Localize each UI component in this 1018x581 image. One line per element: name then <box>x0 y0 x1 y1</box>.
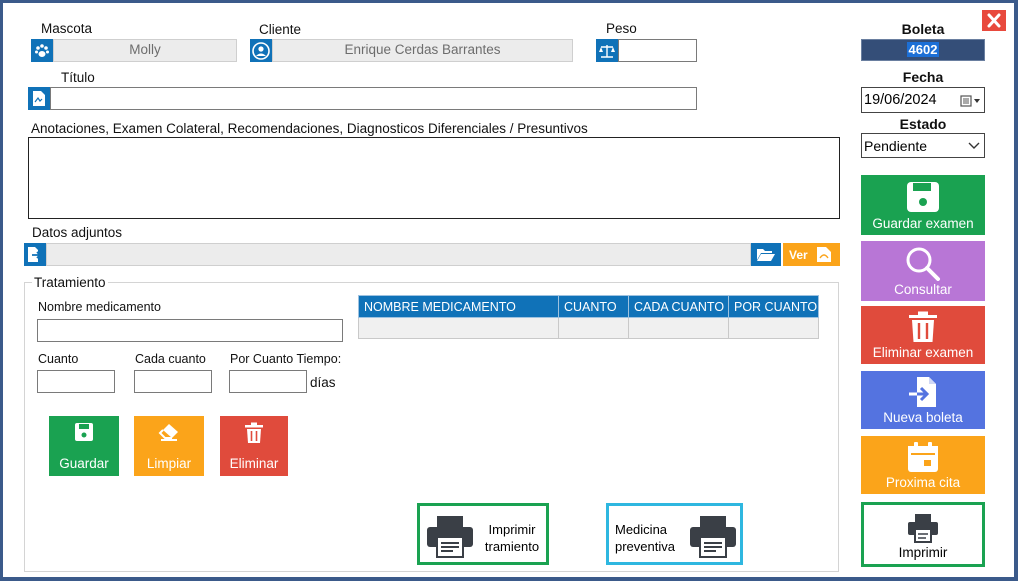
boleta-value: 4602 <box>906 42 940 57</box>
nombre-medicamento-input[interactable] <box>37 319 343 342</box>
proxima-cita-label: Proxima cita <box>885 475 961 490</box>
imprimir-tratamiento-button[interactable]: Imprimir tramiento <box>417 503 549 565</box>
estado-label: Estado <box>899 116 947 132</box>
estado-value: Pendiente <box>864 138 928 154</box>
col-cada-cuanto[interactable]: CADA CUANTO <box>628 295 729 318</box>
attach-icon <box>24 243 46 266</box>
cada-cuanto-label: Cada cuanto <box>135 352 206 366</box>
grid-header-row: NOMBRE MEDICAMENTO CUANTO CADA CUANTO PO… <box>358 295 819 318</box>
scale-icon <box>596 39 618 62</box>
attachments-label: Datos adjuntos <box>32 225 123 240</box>
save-icon <box>75 423 93 441</box>
exam-window: Mascota Molly Cliente Enrique Cerdas Bar… <box>3 3 1014 577</box>
titulo-label: Título <box>61 70 95 85</box>
eliminar-examen-button[interactable]: Eliminar examen <box>861 306 985 364</box>
new-document-icon <box>909 377 936 407</box>
calendar-dropdown-icon[interactable] <box>960 95 982 107</box>
close-icon <box>987 13 1001 28</box>
cliente-label: Cliente <box>259 22 302 37</box>
eliminar-label: Eliminar <box>229 456 279 471</box>
folder-open-icon <box>757 249 775 261</box>
proxima-cita-button[interactable]: Proxima cita <box>861 436 985 494</box>
grid-cell[interactable] <box>558 317 629 339</box>
estado-select[interactable]: Pendiente <box>861 133 985 158</box>
attachments-field <box>46 243 751 266</box>
medicina-preventiva-label: Medicina preventiva <box>615 522 675 554</box>
trash-icon <box>909 311 937 342</box>
cuanto-input[interactable] <box>37 370 115 393</box>
calendar-icon <box>908 442 938 472</box>
guardar-examen-button[interactable]: Guardar examen <box>861 175 985 235</box>
mascota-field: Molly <box>53 39 237 62</box>
imprimir-tratamiento-label: Imprimir tramiento <box>484 522 540 554</box>
grid-cell[interactable] <box>358 317 559 339</box>
treatment-group-label: Tratamiento <box>32 275 108 290</box>
guardar-label: Guardar <box>59 456 109 471</box>
eliminar-examen-label: Eliminar examen <box>872 345 974 360</box>
open-folder-button[interactable] <box>751 243 781 266</box>
nueva-boleta-label: Nueva boleta <box>883 410 963 425</box>
search-icon <box>906 247 940 281</box>
col-por-cuanto[interactable]: POR CUANTO <box>728 295 819 318</box>
col-cuanto[interactable]: CUANTO <box>558 295 629 318</box>
peso-label: Peso <box>606 21 637 36</box>
treatment-grid[interactable]: NOMBRE MEDICAMENTO CUANTO CADA CUANTO PO… <box>358 295 819 339</box>
printer-icon <box>908 514 938 543</box>
grid-cell[interactable] <box>728 317 819 339</box>
medicina-preventiva-button[interactable]: Medicina preventiva <box>606 503 743 565</box>
por-cuanto-label: Por Cuanto Tiempo: <box>230 352 342 366</box>
fecha-datepicker[interactable]: 19/06/2024 <box>861 87 985 113</box>
guardar-examen-label: Guardar examen <box>872 216 974 231</box>
ver-label: Ver <box>789 248 808 262</box>
save-icon <box>907 182 939 212</box>
trash-icon <box>245 422 263 443</box>
col-nombre-medicamento[interactable]: NOMBRE MEDICAMENTO <box>358 295 559 318</box>
por-cuanto-input[interactable] <box>229 370 307 393</box>
notes-label: Anotaciones, Examen Colateral, Recomenda… <box>31 121 588 136</box>
boleta-label: Boleta <box>901 21 945 37</box>
document-icon <box>28 87 50 110</box>
imprimir-button[interactable]: Imprimir <box>861 502 985 567</box>
limpiar-label: Limpiar <box>146 456 192 471</box>
pdf-icon <box>817 247 831 262</box>
paw-icon <box>31 39 53 62</box>
ver-button[interactable]: Ver <box>783 243 840 266</box>
consultar-button[interactable]: Consultar <box>861 241 985 301</box>
consultar-label: Consultar <box>894 282 952 297</box>
cliente-field: Enrique Cerdas Barrantes <box>272 39 573 62</box>
boleta-field[interactable]: 4602 <box>861 39 985 61</box>
dias-label: días <box>310 375 336 390</box>
printer-icon <box>690 516 736 558</box>
notes-textarea[interactable] <box>28 137 840 219</box>
cada-cuanto-input[interactable] <box>134 370 212 393</box>
chevron-down-icon <box>968 142 980 149</box>
limpiar-button[interactable]: Limpiar <box>134 416 204 476</box>
nueva-boleta-button[interactable]: Nueva boleta <box>861 371 985 429</box>
peso-input[interactable] <box>618 39 697 62</box>
guardar-button[interactable]: Guardar <box>49 416 119 476</box>
imprimir-label: Imprimir <box>898 545 948 560</box>
fecha-label: Fecha <box>902 69 944 85</box>
eraser-icon <box>158 424 178 441</box>
eliminar-button[interactable]: Eliminar <box>220 416 288 476</box>
user-icon <box>250 39 272 62</box>
nombre-medicamento-label: Nombre medicamento <box>38 300 161 314</box>
mascota-label: Mascota <box>41 21 93 36</box>
close-button[interactable] <box>982 10 1006 31</box>
titulo-input[interactable] <box>50 87 697 110</box>
fecha-value: 19/06/2024 <box>864 92 937 108</box>
cuanto-label: Cuanto <box>38 352 79 366</box>
printer-icon <box>427 516 473 558</box>
grid-cell[interactable] <box>628 317 729 339</box>
table-row[interactable] <box>358 317 819 339</box>
